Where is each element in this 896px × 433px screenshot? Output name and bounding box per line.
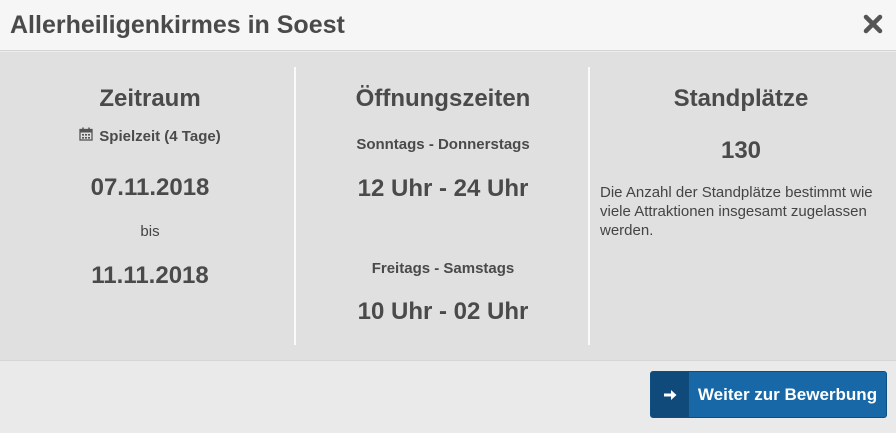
hours-label: 10 Uhr - 02 Uhr xyxy=(357,298,529,325)
info-panel: Zeitraum Spielzeit (4 Tage) 07.11.2018 b… xyxy=(0,52,896,361)
calendar-icon xyxy=(79,127,93,145)
close-icon[interactable] xyxy=(862,13,884,35)
apply-button[interactable]: Weiter zur Bewerbung xyxy=(650,371,887,418)
spielzeit-row: Spielzeit (4 Tage) xyxy=(5,127,295,145)
arrow-right-icon xyxy=(651,372,689,417)
days-label: Freitags - Samstags xyxy=(371,260,515,277)
days-label: Sonntags - Donnerstags xyxy=(356,136,530,153)
standplaetze-count: 130 xyxy=(720,137,762,164)
hours-label: 12 Uhr - 24 Uhr xyxy=(357,175,529,202)
zeitraum-heading: Zeitraum xyxy=(99,85,201,112)
apply-button-label: Weiter zur Bewerbung xyxy=(697,384,878,404)
standplaetze-heading: Standplätze xyxy=(673,85,809,112)
modal-header: Allerheiligenkirmes in Soest xyxy=(0,0,896,51)
standplaetze-column: Standplätze 130 Die Anzahl der Standplät… xyxy=(591,67,891,345)
modal-dialog: Allerheiligenkirmes in Soest Zeitraum Sp… xyxy=(0,0,896,433)
spielzeit-label: Spielzeit (4 Tage) xyxy=(99,127,221,145)
column-divider xyxy=(588,67,590,345)
oeffnungszeiten-heading: Öffnungszeiten xyxy=(355,85,531,112)
column-divider xyxy=(294,67,296,345)
modal-title: Allerheiligenkirmes in Soest xyxy=(10,10,345,39)
date-separator: bis xyxy=(140,223,160,240)
zeitraum-column: Zeitraum Spielzeit (4 Tage) 07.11.2018 b… xyxy=(5,67,295,345)
modal-footer: Weiter zur Bewerbung xyxy=(0,361,896,433)
oeffnungszeiten-column: Öffnungszeiten Sonntags - Donnerstags 12… xyxy=(297,67,589,345)
standplaetze-description: Die Anzahl der Standplätze bestimmt wie … xyxy=(600,184,873,239)
start-date: 07.11.2018 xyxy=(90,174,210,201)
end-date: 11.11.2018 xyxy=(91,262,209,289)
